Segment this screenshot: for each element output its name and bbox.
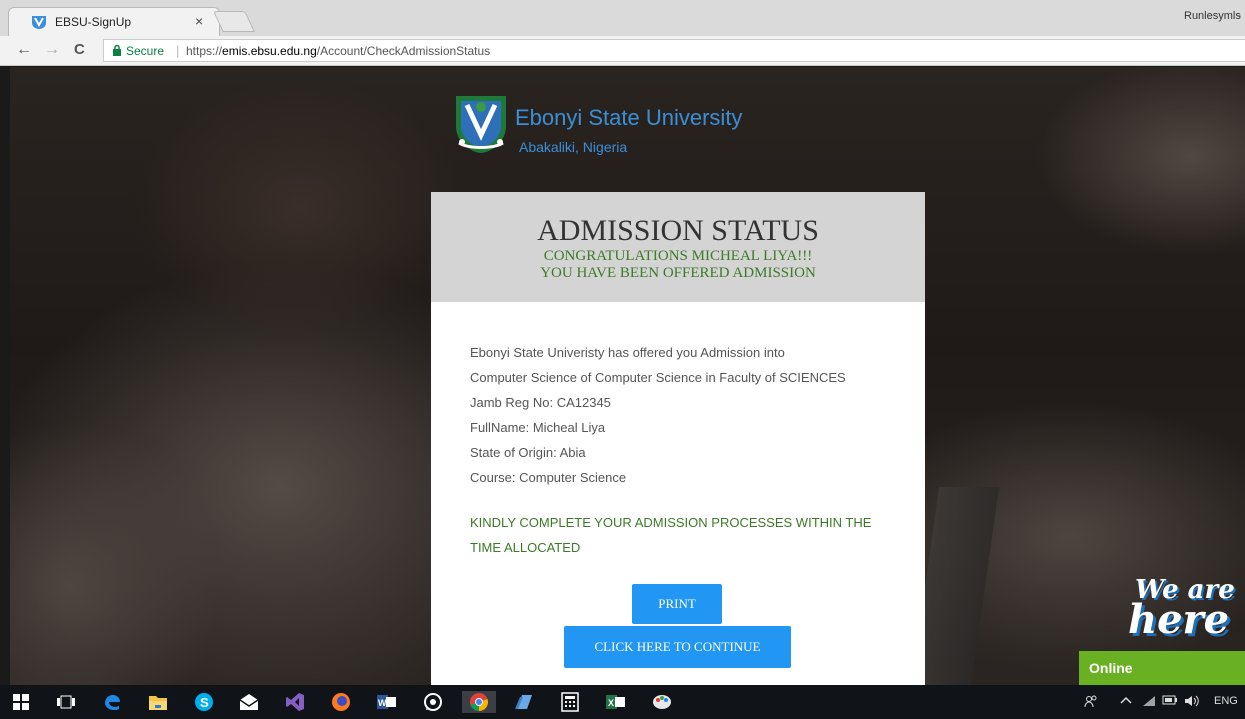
lock-icon <box>113 44 121 56</box>
skype-icon[interactable]: S <box>193 691 215 713</box>
chrome-icon[interactable] <box>462 691 496 713</box>
browser-tabbar: EBSU-SignUp × Runlesymls - <box>0 0 1245 36</box>
state-of-origin: State of Origin: Abia <box>470 445 586 460</box>
firefox-icon[interactable] <box>330 691 352 713</box>
admission-details: Ebonyi State Univeristy has offered you … <box>470 340 900 490</box>
svg-text:S: S <box>200 695 209 710</box>
offer-text: YOU HAVE BEEN OFFERED ADMISSION <box>540 265 816 281</box>
print-button[interactable]: PRINT <box>632 584 722 624</box>
sticky-app-icon[interactable] <box>513 691 535 713</box>
course: Course: Computer Science <box>470 470 627 485</box>
ebsu-favicon-icon <box>32 16 46 29</box>
university-location: Abakaliki, Nigeria <box>519 139 628 155</box>
url-host: emis.ebsu.edu.ng <box>222 44 317 58</box>
volume-icon[interactable] <box>1184 695 1200 710</box>
windows-start-icon[interactable] <box>10 691 32 713</box>
address-bar[interactable]: Secure | https://emis.ebsu.edu.ng/Accoun… <box>103 39 1245 62</box>
minimize-icon[interactable]: - <box>1237 8 1241 22</box>
task-view-icon[interactable] <box>55 691 77 713</box>
page-background: Ebonyi State University Abakaliki, Niger… <box>10 67 1245 685</box>
page-title: ADMISSION STATUS <box>537 214 819 247</box>
university-brand: Ebonyi State University Abakaliki, Niger… <box>453 93 813 163</box>
congratulations-text: CONGRATULATIONS MICHEAL LIYA!!! <box>543 248 813 264</box>
browser-toolbar: ← → C Secure | https://emis.ebsu.edu.ng/… <box>0 36 1245 66</box>
chat-online-button[interactable]: Online <box>1079 651 1245 685</box>
chat-widget-here[interactable]: here <box>1128 596 1229 643</box>
jamb-reg-no: Jamb Reg No: CA12345 <box>470 395 611 410</box>
detail-line: Ebonyi State Univeristy has offered you … <box>470 345 785 360</box>
forward-icon[interactable]: → <box>44 41 60 59</box>
battery-icon[interactable] <box>1162 695 1178 708</box>
people-icon[interactable] <box>1084 695 1098 712</box>
visual-studio-icon[interactable] <box>284 691 306 713</box>
deadline-notice: KINDLY COMPLETE YOUR ADMISSION PROCESSES… <box>470 515 872 555</box>
calculator-icon[interactable] <box>559 691 581 713</box>
edge-browser-icon[interactable] <box>101 691 123 713</box>
back-icon[interactable]: ← <box>16 41 32 59</box>
windows-taskbar: S W X ENG <box>0 685 1245 719</box>
tab-title: EBSU-SignUp <box>55 15 132 29</box>
url-path: /Account/CheckAdmissionStatus <box>316 44 491 58</box>
tray-chevron-icon[interactable] <box>1120 695 1132 708</box>
svg-text:W: W <box>378 698 387 708</box>
url-scheme: https:// <box>186 44 223 58</box>
wifi-icon[interactable] <box>1142 695 1156 710</box>
profile-name[interactable]: Runlesymls <box>1184 10 1241 22</box>
continue-button[interactable]: CLICK HERE TO CONTINUE <box>564 626 791 668</box>
tab-close-icon[interactable]: × <box>195 13 203 29</box>
paint-icon[interactable] <box>651 691 673 713</box>
university-name: Ebonyi State University <box>515 105 743 130</box>
reload-icon[interactable]: C <box>74 41 85 58</box>
secure-label: Secure <box>126 44 165 58</box>
detail-line: Computer Science of Computer Science in … <box>470 370 846 385</box>
url-text: https://emis.ebsu.edu.ng/Account/CheckAd… <box>186 44 490 58</box>
language-indicator[interactable]: ENG <box>1214 695 1238 707</box>
whatsapp-icon[interactable] <box>422 691 444 713</box>
browser-tab[interactable]: EBSU-SignUp × <box>8 7 220 36</box>
svg-text:X: X <box>608 698 614 708</box>
mail-icon[interactable] <box>238 691 260 713</box>
excel-icon[interactable]: X <box>605 691 627 713</box>
word-icon[interactable]: W <box>376 691 398 713</box>
university-crest-icon <box>456 96 506 153</box>
url-separator: | <box>176 43 180 58</box>
full-name: FullName: Micheal Liya <box>470 420 606 435</box>
admission-status-card: ADMISSION STATUS CONGRATULATIONS MICHEAL… <box>431 192 925 685</box>
file-explorer-icon[interactable] <box>147 691 169 713</box>
card-header: ADMISSION STATUS CONGRATULATIONS MICHEAL… <box>431 192 925 302</box>
